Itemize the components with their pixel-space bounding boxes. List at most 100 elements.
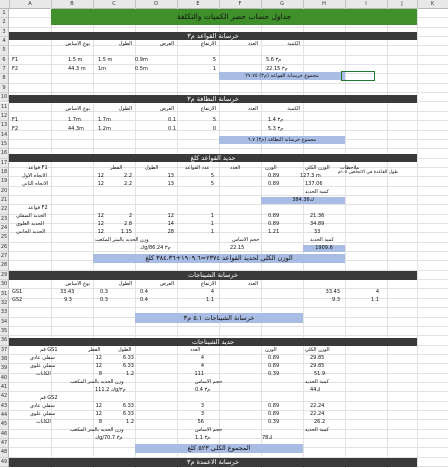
steel-row-name[interactable]: الكانات	[36, 371, 51, 378]
cell-dia[interactable]: 12	[90, 213, 104, 220]
row-header[interactable]: 6	[0, 55, 9, 66]
row-header[interactable]: 10	[0, 93, 9, 103]
cell-bars[interactable]: 13	[160, 181, 174, 188]
cell-total-weight[interactable]: 51.9	[314, 371, 325, 378]
cell-total-weight[interactable]: 22.24	[310, 411, 324, 418]
cell-extra[interactable]: 1.1	[365, 297, 379, 304]
row-header[interactable]: 4	[0, 37, 9, 47]
gs2-density[interactable]: كg/م٣ 70.7	[95, 435, 123, 442]
cell-dia[interactable]: 12	[88, 363, 102, 370]
spreadsheet[interactable]: { "columns": ["A","B","C","D","E","F","G…	[0, 0, 448, 468]
row-header[interactable]: 13	[0, 121, 9, 131]
cell-height[interactable]: 0.1	[150, 126, 176, 133]
cell-width[interactable]: 1m	[98, 66, 106, 73]
row-header[interactable]: 38	[0, 354, 9, 365]
column-header-f[interactable]: F	[219, 0, 262, 8]
row-header[interactable]: 47	[0, 439, 9, 449]
cell-len[interactable]: 44.3m	[68, 126, 84, 133]
cell-dia[interactable]: 12	[90, 221, 104, 228]
cell-count[interactable]: 4	[190, 363, 204, 370]
cell-len[interactable]: 1.2	[114, 419, 134, 426]
row-header[interactable]: 40	[0, 373, 9, 383]
row-header[interactable]: 2	[0, 18, 9, 28]
column-header-k[interactable]: K	[417, 0, 448, 8]
row-id[interactable]: F1	[12, 57, 18, 64]
row-header[interactable]: 27	[0, 252, 9, 262]
steel-row-name[interactable]: الاتجاه الأول	[22, 173, 47, 180]
cell-bars[interactable]: 12	[160, 213, 174, 220]
cell-count[interactable]: 1	[200, 229, 214, 236]
cell-len[interactable]: 1.5 m	[68, 57, 82, 64]
row-header[interactable]: 23	[0, 214, 9, 225]
cell-len[interactable]: 33.43	[60, 289, 74, 296]
row-header[interactable]: 7	[0, 65, 9, 75]
gs1-volume[interactable]: 0.4 م٣	[195, 387, 210, 394]
cell-count[interactable]: 5	[190, 117, 216, 124]
cell-weight[interactable]: 0.39	[268, 371, 279, 378]
steel-row-name[interactable]: الحديد السفلي	[16, 213, 46, 220]
row-header[interactable]: 19	[0, 177, 9, 187]
cell-weight[interactable]: 1.21	[268, 229, 279, 236]
cell-total-weight[interactable]: 34.89	[310, 221, 324, 228]
cell-dia[interactable]: 12	[90, 229, 104, 236]
steel-row-name[interactable]: الاتجاه الثاني	[22, 181, 48, 188]
gs2-volume[interactable]: 1.1 م٣	[195, 435, 210, 442]
cell-width[interactable]: 1.5 m	[98, 57, 112, 64]
cell-width[interactable]: 0.3	[100, 297, 108, 304]
column-header-d[interactable]: D	[135, 0, 178, 8]
cell-len[interactable]: 6.33	[114, 403, 134, 410]
cell-len[interactable]: 2.2	[118, 181, 132, 188]
steel-row-name[interactable]: الحديد الجانبي	[16, 229, 45, 236]
row-header[interactable]: 45	[0, 420, 9, 430]
cell-extra[interactable]: 4	[365, 289, 379, 296]
row-header[interactable]: 46	[0, 429, 9, 440]
row-header[interactable]: 29	[0, 270, 9, 281]
cell-weight[interactable]: 0.89	[268, 173, 279, 180]
row-id[interactable]: GS2	[12, 297, 22, 304]
steel-row-name[interactable]: سفلي علوي	[30, 411, 55, 418]
cell-total-weight[interactable]: 29.85	[310, 363, 324, 370]
row-id[interactable]: F1	[12, 117, 18, 124]
column-header-g[interactable]: G	[261, 0, 304, 8]
column-header-a[interactable]: A	[9, 0, 52, 8]
cell-qty[interactable]: 9.3	[310, 297, 340, 304]
cell-qty[interactable]: 1.4 م٣	[268, 117, 283, 124]
cell-count[interactable]: 1	[200, 213, 214, 220]
row-header[interactable]: 42	[0, 392, 9, 402]
cell-count[interactable]: 3	[190, 403, 204, 410]
cell-count[interactable]: 1.1	[200, 297, 214, 304]
cell-bars[interactable]: 28	[160, 229, 174, 236]
column-header-e[interactable]: E	[177, 0, 220, 8]
cell-weight[interactable]: 0.39	[268, 419, 279, 426]
cell-height[interactable]: 0.1	[150, 117, 176, 124]
row-id[interactable]: GS1	[12, 289, 22, 296]
steel-row-name[interactable]: سفلي عادي	[30, 403, 55, 410]
row-header[interactable]: 34	[0, 317, 9, 327]
row-header[interactable]: 21	[0, 196, 9, 206]
cell-len[interactable]: 44.3 m	[68, 66, 86, 73]
cell-count[interactable]: 4	[190, 355, 204, 362]
row-header[interactable]: 32	[0, 298, 9, 309]
cell-len[interactable]: 9.3	[64, 297, 72, 304]
cell-len[interactable]: 1.2	[114, 371, 134, 378]
gs2-qty[interactable]: ك78	[262, 435, 273, 442]
row-header[interactable]: 39	[0, 364, 9, 374]
cell-weight[interactable]: 0.89	[268, 221, 279, 228]
cell-count[interactable]: 0	[190, 126, 216, 133]
row-header[interactable]: 24	[0, 224, 9, 234]
footing-volume-value[interactable]: 22.15	[230, 245, 244, 252]
row-header[interactable]: 44	[0, 411, 9, 421]
steel-row-name[interactable]: سفلي عادي	[30, 355, 55, 362]
row-header[interactable]: 18	[0, 167, 9, 178]
row-header[interactable]: 22	[0, 205, 9, 215]
row-id[interactable]: F2	[12, 126, 18, 133]
cell-bars[interactable]: 14	[160, 221, 174, 228]
row-header[interactable]: 20	[0, 186, 9, 196]
cell-height[interactable]: 0.9m	[135, 57, 148, 64]
cell-total-weight[interactable]: 137.06	[305, 181, 323, 188]
cell-count[interactable]: 5	[200, 181, 214, 188]
cell-width[interactable]: 0.3	[100, 289, 108, 296]
cell-len[interactable]: 6.33	[114, 363, 134, 370]
row-header[interactable]: 11	[0, 102, 9, 112]
cell-total-weight[interactable]: 22.24	[310, 403, 324, 410]
